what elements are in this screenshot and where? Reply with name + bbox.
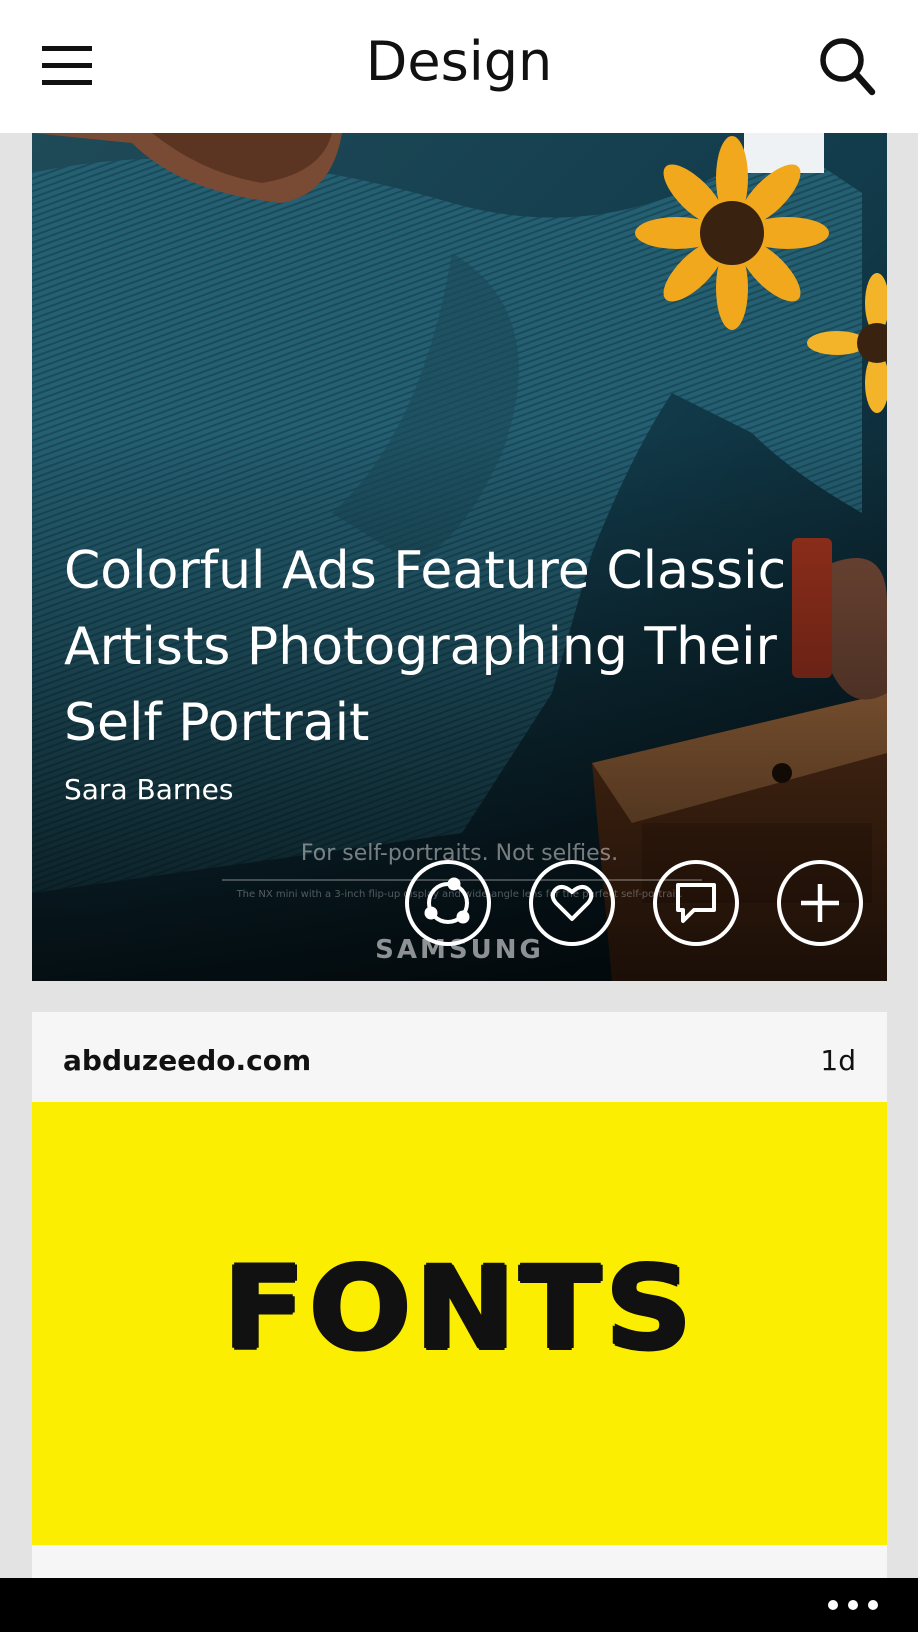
plus-icon: [801, 884, 839, 922]
search-icon[interactable]: [818, 34, 878, 98]
more-options-icon[interactable]: [828, 1590, 878, 1620]
article-actions: [405, 860, 865, 946]
heart-icon: [550, 885, 594, 921]
page-title: Design: [365, 30, 553, 93]
app-bar: [0, 1578, 918, 1632]
hero-text: Colorful Ads Feature Classic Artists Pho…: [64, 533, 824, 806]
app-header: Design: [0, 0, 918, 133]
hero-article-card[interactable]: For self-portraits. Not selfies. The NX …: [32, 133, 887, 981]
share-icon: [424, 877, 470, 924]
feed[interactable]: For self-portraits. Not selfies. The NX …: [0, 133, 918, 1578]
article-title[interactable]: Colorful Ads Feature Classic Artists Pho…: [64, 533, 824, 761]
source-name[interactable]: abduzeedo.com: [63, 1044, 311, 1077]
article-image[interactable]: FONTS: [32, 1102, 887, 1545]
add-button[interactable]: [777, 860, 863, 946]
source-article-card[interactable]: abduzeedo.com 1d FONTS: [32, 1012, 887, 1578]
share-button[interactable]: [405, 860, 491, 946]
comment-button[interactable]: [653, 860, 739, 946]
article-age: 1d: [820, 1044, 856, 1077]
source-row: abduzeedo.com 1d: [32, 1012, 887, 1102]
like-button[interactable]: [529, 860, 615, 946]
comment-icon: [676, 883, 716, 923]
fonts-image-text: FONTS: [223, 1243, 696, 1376]
article-author: Sara Barnes: [64, 773, 234, 806]
